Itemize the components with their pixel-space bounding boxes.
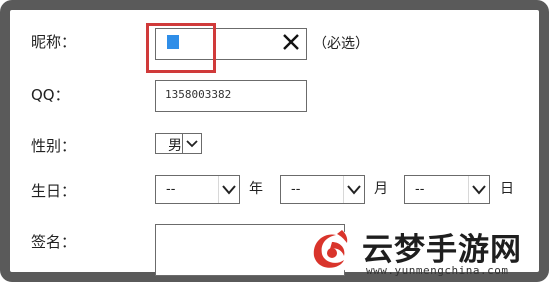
site-logo-icon — [306, 227, 354, 275]
day-unit: 日 — [500, 181, 514, 197]
chevron-down-icon — [218, 176, 239, 203]
birth-day-value: -- — [415, 182, 425, 197]
birth-year-value: -- — [166, 182, 176, 197]
required-hint: （必选） — [313, 36, 369, 52]
signature-label: 签名： — [31, 233, 77, 251]
chevron-down-icon — [468, 176, 489, 203]
birthday-label: 生日： — [31, 182, 77, 200]
watermark-title: 云梦手游网 — [362, 232, 522, 268]
clear-icon[interactable] — [282, 33, 300, 51]
gender-selected-value: 男 — [168, 138, 182, 154]
focus-highlight-box — [146, 23, 216, 73]
qq-value: 1358003382 — [165, 88, 232, 101]
birth-month-value: -- — [291, 182, 301, 197]
chevron-down-icon — [182, 134, 201, 153]
chevron-down-icon — [343, 176, 364, 203]
birth-year-select[interactable]: -- — [155, 175, 240, 204]
watermark-url: www.yunmengchina.com — [366, 264, 509, 277]
qq-label: QQ： — [31, 86, 70, 104]
birth-day-select[interactable]: -- — [404, 175, 490, 204]
year-unit: 年 — [249, 181, 263, 197]
month-unit: 月 — [374, 181, 388, 197]
nickname-label: 昵称： — [31, 33, 77, 51]
birth-month-select[interactable]: -- — [280, 175, 365, 204]
gender-label: 性别： — [31, 137, 77, 155]
gender-select[interactable]: 男 — [155, 133, 202, 154]
